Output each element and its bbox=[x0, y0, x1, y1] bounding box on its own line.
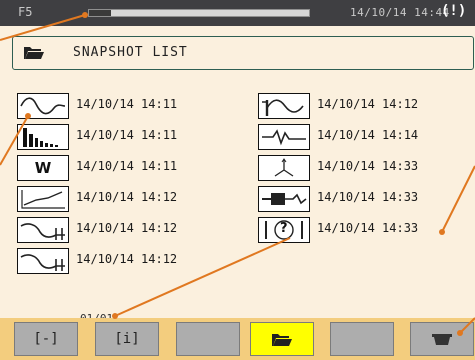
snapshot-timestamp: 14/10/14 14:11 bbox=[76, 159, 178, 173]
blank-softkey[interactable] bbox=[330, 322, 394, 356]
snapshot-timestamp: 14/10/14 14:12 bbox=[76, 190, 178, 204]
open-folder-button[interactable] bbox=[250, 322, 314, 356]
next-page-icon: [i] bbox=[114, 331, 140, 347]
snapshot-list-screen: SNAPSHOT LIST 14/10/14 14:11 14/10/14 14… bbox=[0, 26, 475, 326]
trash-icon bbox=[432, 334, 452, 345]
next-page-button[interactable]: [i] bbox=[95, 322, 159, 356]
snapshot-timestamp: 14/10/14 14:12 bbox=[76, 252, 178, 266]
battery-fill bbox=[89, 10, 111, 16]
snapshot-timestamp: 14/10/14 14:12 bbox=[317, 97, 419, 111]
snapshot-timestamp: 14/10/14 14:12 bbox=[76, 221, 178, 235]
power-w-label: W bbox=[34, 159, 52, 177]
previous-page-icon: [-] bbox=[33, 331, 59, 347]
motor-icon bbox=[258, 186, 310, 212]
trend-icon bbox=[17, 186, 69, 212]
snapshot-timestamp: 14/10/14 14:11 bbox=[76, 128, 178, 142]
snapshot-timestamp: 14/10/14 14:33 bbox=[317, 221, 419, 235]
help-question-label: ? bbox=[280, 221, 288, 236]
inrush-icon bbox=[17, 248, 69, 274]
folder-open-icon bbox=[24, 47, 44, 59]
page-title: SNAPSHOT LIST bbox=[73, 45, 188, 60]
power-w-icon: W bbox=[17, 155, 69, 181]
snapshot-timestamp: 14/10/14 14:33 bbox=[317, 190, 419, 204]
snapshot-timestamp: 14/10/14 14:14 bbox=[317, 128, 419, 142]
header-bar: SNAPSHOT LIST bbox=[12, 36, 474, 70]
status-bar: F5 14/10/14 14:44 (!) bbox=[0, 0, 475, 26]
help-question-icon: ? bbox=[258, 217, 310, 243]
delete-button[interactable] bbox=[410, 322, 474, 356]
transient-icon bbox=[258, 93, 310, 119]
snapshot-timestamp: 14/10/14 14:33 bbox=[317, 159, 419, 173]
waveform-icon bbox=[17, 93, 69, 119]
clip-icon: (!) bbox=[441, 3, 467, 19]
battery-gauge bbox=[88, 9, 310, 17]
snapshot-timestamp: 14/10/14 14:11 bbox=[76, 97, 178, 111]
softkey-bar: [-] [i] bbox=[0, 318, 475, 360]
phasor-icon bbox=[258, 155, 310, 181]
inrush-icon bbox=[17, 217, 69, 243]
alarm-icon bbox=[258, 124, 310, 150]
mode-label: F5 bbox=[18, 5, 33, 19]
harmonics-bar-icon bbox=[17, 124, 69, 150]
previous-page-button[interactable]: [-] bbox=[14, 322, 78, 356]
blank-softkey[interactable] bbox=[176, 322, 240, 356]
date-time: 14/10/14 14:44 bbox=[350, 6, 450, 19]
folder-open-icon bbox=[272, 334, 292, 346]
